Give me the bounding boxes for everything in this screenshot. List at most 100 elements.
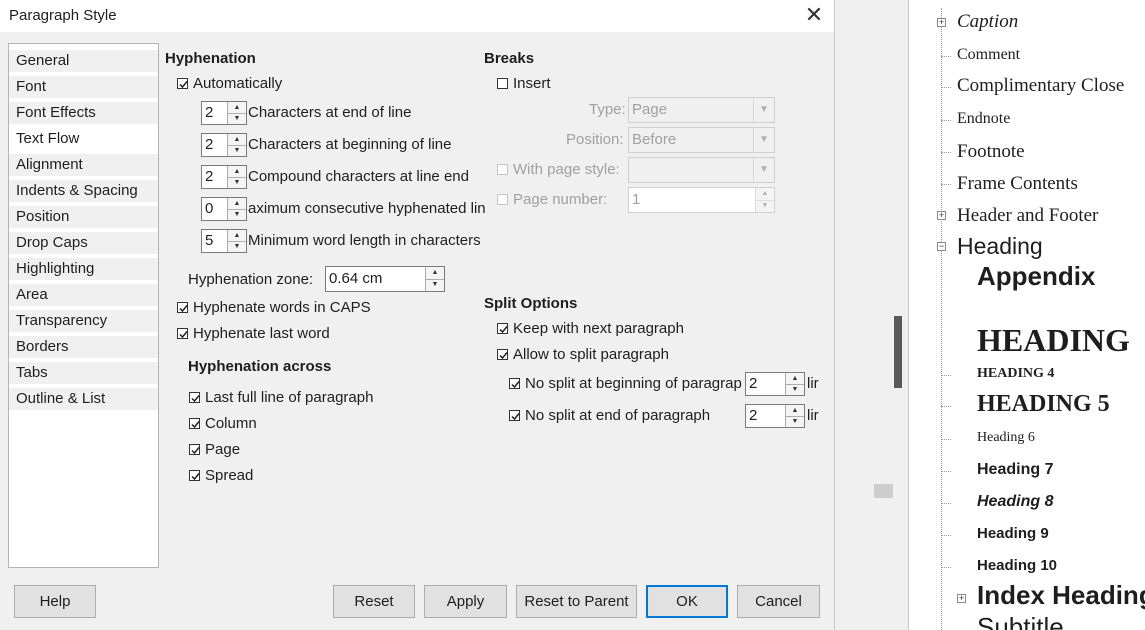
tree-item-frame-contents[interactable]: Frame Contents xyxy=(957,173,1078,195)
expand-icon[interactable]: + xyxy=(937,18,946,27)
page-label: Page xyxy=(205,441,241,458)
sidebar-item-drop-caps[interactable]: Drop Caps xyxy=(9,232,158,256)
page-number-spin[interactable]: 1 ▲ ▼ xyxy=(628,187,775,213)
tree-item-header-footer[interactable]: Header and Footer xyxy=(957,205,1098,227)
chars-end-spin[interactable]: 2 ▲ ▼ xyxy=(201,101,247,125)
tree-guide-line xyxy=(941,8,942,630)
keep-with-next-checkbox[interactable] xyxy=(497,323,508,334)
no-split-end-spin[interactable]: 2 ▲ ▼ xyxy=(745,404,805,428)
page-number-checkbox[interactable] xyxy=(497,194,508,205)
sidebar-item-alignment[interactable]: Alignment xyxy=(9,154,158,178)
hyphenation-zone-spin[interactable]: 0.64 cm ▲ ▼ xyxy=(325,266,445,292)
chars-begin-label: Characters at beginning of line xyxy=(248,136,452,153)
title-bar: Paragraph Style ✕ xyxy=(0,0,834,32)
tree-item-complimentary-close[interactable]: Complimentary Close xyxy=(957,75,1124,97)
sidebar-item-transparency[interactable]: Transparency xyxy=(9,310,158,334)
last-full-line-checkbox[interactable] xyxy=(189,392,200,403)
type-label: Type: xyxy=(589,101,626,118)
help-button[interactable]: Help xyxy=(14,585,96,618)
no-split-begin-spin[interactable]: 2 ▲ ▼ xyxy=(745,372,805,396)
sidebar-item-highlighting[interactable]: Highlighting xyxy=(9,258,158,282)
page-checkbox[interactable] xyxy=(189,444,200,455)
tree-item-heading-2[interactable]: HEADING xyxy=(977,322,1130,359)
sidebar-item-outline-list[interactable]: Outline & List xyxy=(9,388,158,412)
no-split-begin-checkbox[interactable] xyxy=(509,378,520,389)
sidebar-item-text-flow[interactable]: Text Flow xyxy=(9,128,158,152)
tree-item-heading[interactable]: Heading xyxy=(957,233,1043,260)
expand-icon[interactable]: + xyxy=(937,211,946,220)
tree-item-caption[interactable]: Caption xyxy=(957,11,1018,33)
column-checkbox[interactable] xyxy=(189,418,200,429)
hyphenate-last-word-checkbox[interactable] xyxy=(177,328,188,339)
tree-item-endnote[interactable]: Endnote xyxy=(957,110,1010,128)
no-split-end-checkbox[interactable] xyxy=(509,410,520,421)
close-icon[interactable]: ✕ xyxy=(800,2,828,30)
with-page-style-checkbox[interactable] xyxy=(497,164,508,175)
tree-item-heading-8[interactable]: Heading 8 xyxy=(977,493,1053,511)
chars-begin-spin[interactable]: 2 ▲ ▼ xyxy=(201,133,247,157)
collapse-icon[interactable]: − xyxy=(937,242,946,251)
chevron-down-icon: ▼ xyxy=(753,98,774,122)
spin-down-icon[interactable]: ▼ xyxy=(786,384,804,395)
allow-split-checkbox[interactable] xyxy=(497,349,508,360)
scrollbar-thumb[interactable] xyxy=(874,484,893,498)
automatically-checkbox[interactable] xyxy=(177,78,188,89)
insert-label: Insert xyxy=(513,75,551,92)
tree-item-heading-1[interactable]: Heading 1 xyxy=(977,294,1082,321)
reset-button[interactable]: Reset xyxy=(333,585,415,618)
spin-down-icon[interactable]: ▼ xyxy=(756,200,774,212)
position-combo[interactable]: Before ▼ xyxy=(628,127,775,153)
tree-item-heading-5[interactable]: HEADING 5 xyxy=(977,391,1110,418)
tree-item-comment[interactable]: Comment xyxy=(957,46,1020,64)
insert-checkbox[interactable] xyxy=(497,78,508,89)
sidebar-item-position[interactable]: Position xyxy=(9,206,158,230)
chars-end-label: Characters at end of line xyxy=(248,104,412,121)
sidebar-item-indents-spacing[interactable]: Indents & Spacing xyxy=(9,180,158,204)
tree-branch xyxy=(941,152,951,153)
sidebar-collapse-handle[interactable] xyxy=(894,316,902,388)
allow-split-label: Allow to split paragraph xyxy=(513,346,669,363)
tree-item-heading-4[interactable]: HEADING 4 xyxy=(977,366,1054,382)
spin-down-icon[interactable]: ▼ xyxy=(228,113,246,124)
tree-item-heading-7[interactable]: Heading 7 xyxy=(977,461,1053,479)
sidebar-item-font-effects[interactable]: Font Effects xyxy=(9,102,158,126)
tree-item-heading-10[interactable]: Heading 10 xyxy=(977,557,1057,574)
tree-item-subtitle[interactable]: Subtitle xyxy=(977,612,1064,630)
sidebar-item-general[interactable]: General xyxy=(9,50,158,74)
compound-spin[interactable]: 2 ▲ ▼ xyxy=(201,165,247,189)
compound-value: 2 xyxy=(205,168,214,185)
tree-item-heading-9[interactable]: Heading 9 xyxy=(977,525,1049,542)
spin-down-icon[interactable]: ▼ xyxy=(426,279,444,291)
spin-down-icon[interactable]: ▼ xyxy=(228,241,246,252)
spread-checkbox[interactable] xyxy=(189,470,200,481)
no-split-end-label: No split at end of paragraph xyxy=(525,407,711,424)
min-word-spin[interactable]: 5 ▲ ▼ xyxy=(201,229,247,253)
page-style-combo[interactable]: ▼ xyxy=(628,157,775,183)
tree-item-appendix[interactable]: Appendix xyxy=(977,261,1095,292)
spin-down-icon[interactable]: ▼ xyxy=(786,416,804,427)
tree-branch xyxy=(941,567,951,568)
hyphenate-caps-checkbox[interactable] xyxy=(177,302,188,313)
reset-to-parent-button[interactable]: Reset to Parent xyxy=(516,585,637,618)
sidebar-item-borders[interactable]: Borders xyxy=(9,336,158,360)
cancel-button[interactable]: Cancel xyxy=(737,585,820,618)
spin-down-icon[interactable]: ▼ xyxy=(228,177,246,188)
tree-item-footnote[interactable]: Footnote xyxy=(957,141,1025,163)
tree-branch xyxy=(941,184,951,185)
apply-button[interactable]: Apply xyxy=(424,585,507,618)
tree-branch xyxy=(941,471,951,472)
tree-item-heading-6[interactable]: Heading 6 xyxy=(977,430,1035,446)
sidebar-item-font[interactable]: Font xyxy=(9,76,158,100)
type-value: Page xyxy=(632,101,668,118)
spin-down-icon[interactable]: ▼ xyxy=(228,209,246,220)
sidebar-item-tabs[interactable]: Tabs xyxy=(9,362,158,386)
split-options-heading: Split Options xyxy=(484,295,578,312)
expand-icon[interactable]: + xyxy=(957,594,966,603)
type-combo[interactable]: Page ▼ xyxy=(628,97,775,123)
max-consecutive-value: 0 xyxy=(205,200,214,217)
tree-item-index-heading[interactable]: Index Heading xyxy=(977,580,1145,611)
spin-down-icon[interactable]: ▼ xyxy=(228,145,246,156)
sidebar-item-area[interactable]: Area xyxy=(9,284,158,308)
ok-button[interactable]: OK xyxy=(646,585,728,618)
max-consecutive-spin[interactable]: 0 ▲ ▼ xyxy=(201,197,247,221)
